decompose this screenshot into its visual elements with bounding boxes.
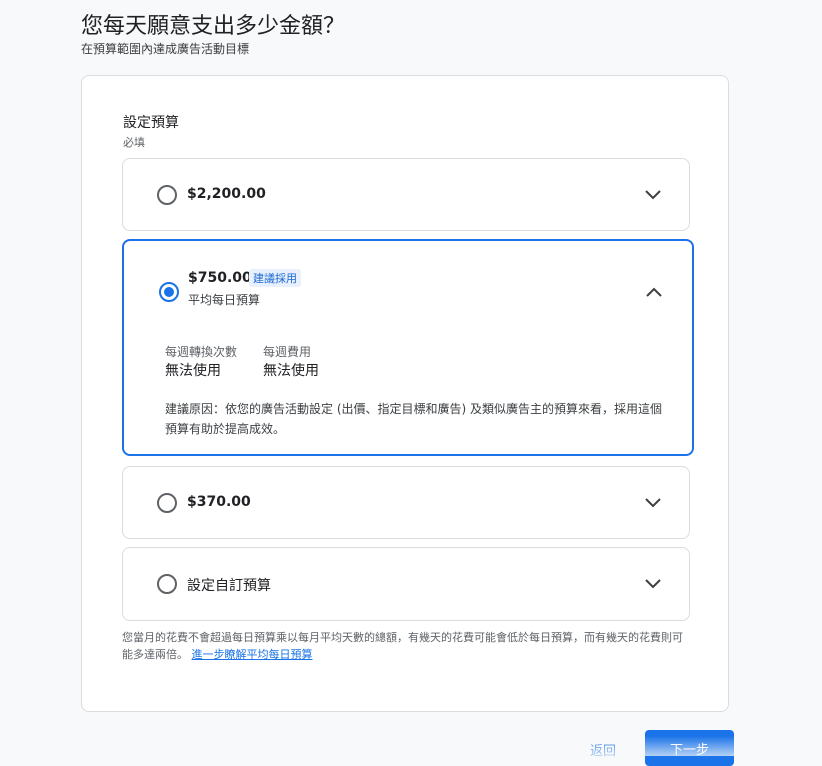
- budget-option-370[interactable]: $370.00: [122, 466, 690, 539]
- stat-label-conversions: 每週轉換次數: [165, 345, 238, 359]
- option-amount: $750.00: [188, 270, 252, 286]
- back-button[interactable]: 返回: [590, 740, 616, 759]
- next-button[interactable]: 下一步: [645, 730, 734, 766]
- radio-button[interactable]: [157, 574, 177, 594]
- radio-button[interactable]: [157, 493, 177, 513]
- budget-panel: 設定預算 必填 $2,200.00 $750.00 建議採用 平均每日預算 每週…: [81, 75, 729, 712]
- chevron-down-icon[interactable]: [643, 574, 663, 594]
- budget-option-750[interactable]: $750.00 建議採用 平均每日預算 每週轉換次數 無法使用 每週費用 無法使…: [122, 239, 694, 456]
- radio-button[interactable]: [157, 185, 177, 205]
- chevron-down-icon[interactable]: [643, 185, 663, 205]
- required-label: 必填: [123, 136, 145, 149]
- option-subtitle: 平均每日預算: [188, 293, 261, 307]
- chevron-up-icon[interactable]: [644, 282, 664, 302]
- option-amount: 設定自訂預算: [187, 578, 271, 594]
- option-amount: $2,200.00: [187, 186, 266, 202]
- page-title: 您每天願意支出多少金額？: [81, 14, 346, 39]
- chevron-down-icon[interactable]: [643, 493, 663, 513]
- recommendation-reason: 建議原因：依您的廣告活動設定 (出價、指定目標和廣告) 及類似廣告主的預算來看，…: [165, 402, 662, 436]
- radio-button-selected[interactable]: [159, 282, 179, 302]
- section-title: 設定預算: [123, 115, 179, 131]
- option-amount: $370.00: [187, 494, 251, 510]
- stat-value-cost: 無法使用: [263, 363, 319, 379]
- budget-footnote: 您當月的花費不會超過每日預算乘以每月平均天數的總額，有幾天的花費可能會低於每日預…: [122, 629, 692, 663]
- budget-option-custom[interactable]: 設定自訂預算: [122, 547, 690, 621]
- recommended-badge: 建議採用: [249, 269, 301, 287]
- learn-more-link[interactable]: 進一步瞭解平均每日預算: [192, 648, 313, 661]
- page-subtitle: 在預算範圍內達成廣告活動目標: [81, 42, 250, 56]
- stat-value-conversions: 無法使用: [165, 363, 221, 379]
- stat-label-cost: 每週費用: [263, 345, 312, 359]
- budget-option-2200[interactable]: $2,200.00: [122, 158, 690, 231]
